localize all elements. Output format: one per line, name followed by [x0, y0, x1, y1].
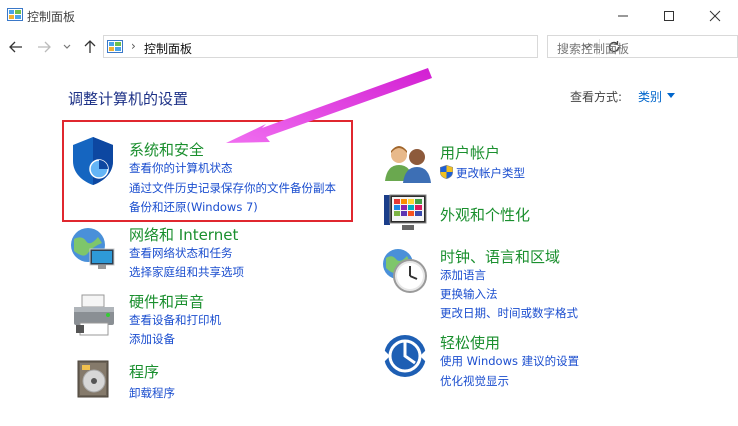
- annotation-arrow: [226, 68, 432, 143]
